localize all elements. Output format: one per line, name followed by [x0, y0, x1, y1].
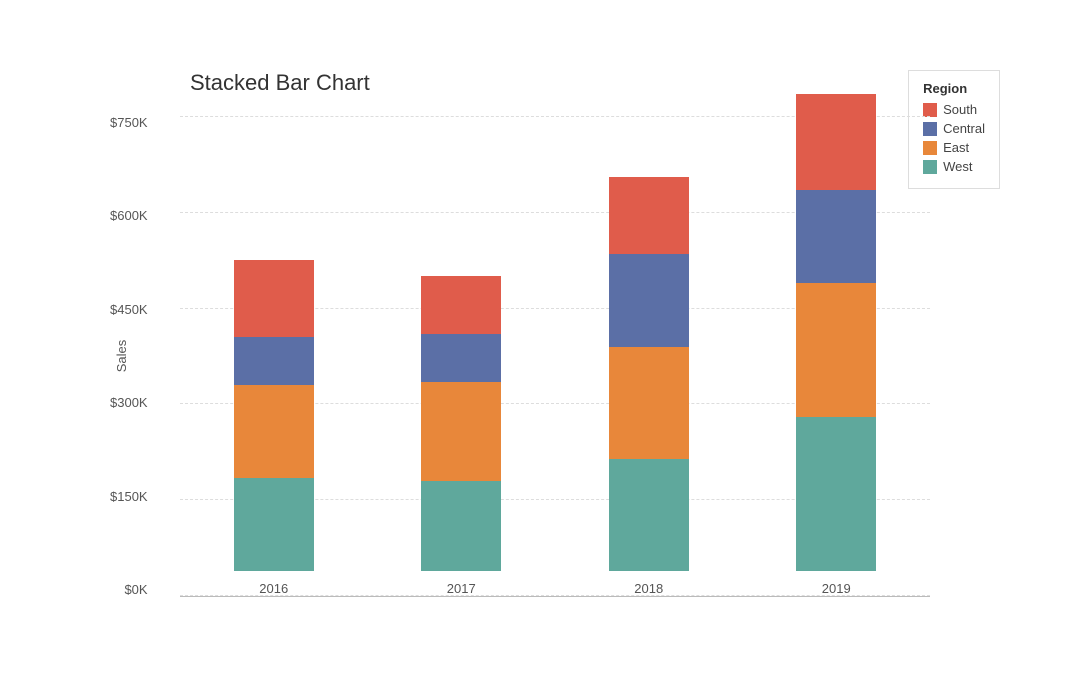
y-label-600: $600K	[110, 209, 148, 222]
bar-stack-2017	[421, 276, 501, 571]
bar-2018-south	[609, 177, 689, 254]
bar-label-2018: 2018	[634, 581, 663, 596]
y-label-0: $0K	[124, 583, 147, 596]
bar-label-2016: 2016	[259, 581, 288, 596]
bar-2016-central	[234, 337, 314, 385]
bar-2018-central	[609, 254, 689, 347]
bar-2018-west	[609, 459, 689, 571]
bar-stack-2016	[234, 260, 314, 571]
y-axis-title: Sales	[114, 340, 129, 373]
chart-container: Stacked Bar Chart Region South Central E…	[90, 30, 990, 670]
bar-label-2019: 2019	[822, 581, 851, 596]
bar-group-2017: 2017	[421, 276, 501, 596]
legend-item-central: Central	[923, 121, 985, 136]
bar-group-2019: 2019	[796, 94, 876, 596]
legend-color-south	[923, 103, 937, 117]
legend-title: Region	[923, 81, 985, 96]
bar-group-2018: 2018	[609, 177, 689, 596]
bar-stack-2019	[796, 94, 876, 571]
bar-group-2016: 2016	[234, 260, 314, 596]
bar-2018-east	[609, 347, 689, 459]
bar-2016-south	[234, 260, 314, 337]
legend-label-west: West	[943, 159, 972, 174]
bar-stack-2018	[609, 177, 689, 571]
bar-2019-central	[796, 190, 876, 283]
bar-2017-west	[421, 481, 501, 571]
legend-item-east: East	[923, 140, 985, 155]
bar-2016-west	[234, 478, 314, 571]
bars-wrapper: 2016 2017 2018 2019	[180, 116, 930, 596]
bar-2017-south	[421, 276, 501, 334]
legend-item-west: West	[923, 159, 985, 174]
bar-label-2017: 2017	[447, 581, 476, 596]
bar-2017-central	[421, 334, 501, 382]
y-label-150: $150K	[110, 490, 148, 503]
chart-area: $750K $600K $450K $300K $150K $0K Sales …	[180, 116, 930, 596]
bar-2017-east	[421, 382, 501, 481]
y-label-300: $300K	[110, 396, 148, 409]
bar-2019-east	[796, 283, 876, 417]
bar-2019-south	[796, 94, 876, 190]
legend-label-east: East	[943, 140, 969, 155]
legend-item-south: South	[923, 102, 985, 117]
bar-2016-east	[234, 385, 314, 478]
legend-label-central: Central	[943, 121, 985, 136]
y-label-450: $450K	[110, 303, 148, 316]
legend-label-south: South	[943, 102, 977, 117]
y-label-750: $750K	[110, 116, 148, 129]
x-axis-line	[180, 596, 930, 597]
chart-title: Stacked Bar Chart	[190, 70, 930, 96]
bar-2019-west	[796, 417, 876, 571]
